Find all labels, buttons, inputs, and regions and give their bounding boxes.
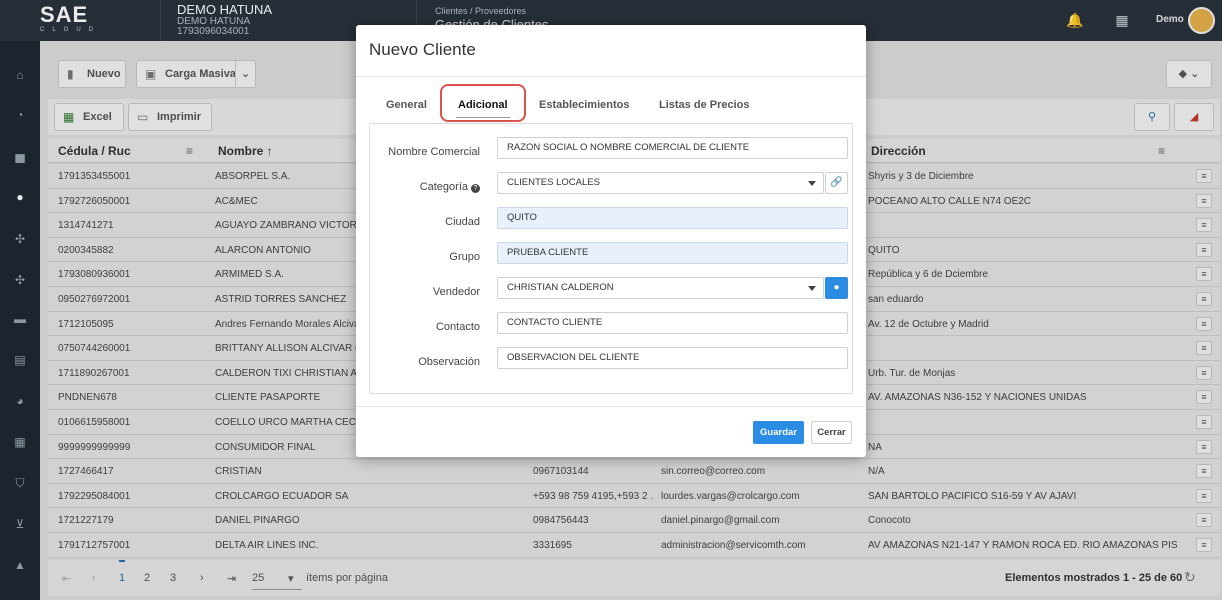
ciudad-input[interactable]: QUITO: [497, 207, 848, 229]
grupo-input[interactable]: PRUEBA CLIENTE: [497, 242, 848, 264]
vendedor-value: CHRISTIAN CALDERON: [507, 282, 614, 293]
nombre-comercial-input[interactable]: RAZON SOCIAL O NOMBRE COMERCIAL DE CLIEN…: [497, 137, 848, 159]
grupo-label: Grupo: [449, 251, 480, 263]
categoria-select[interactable]: CLIENTES LOCALES: [497, 172, 824, 194]
select-seller-button[interactable]: ●: [825, 277, 848, 299]
dialog-title: Nuevo Cliente: [369, 40, 476, 59]
vendedor-label: Vendedor: [432, 286, 480, 298]
chevron-down-icon: [808, 181, 816, 186]
save-button[interactable]: Guardar: [753, 421, 804, 444]
vendedor-select[interactable]: CHRISTIAN CALDERON: [497, 277, 824, 299]
tab-general[interactable]: General: [386, 99, 427, 111]
nombre-comercial-placeholder: RAZON SOCIAL O NOMBRE COMERCIAL DE CLIEN…: [507, 142, 750, 153]
contacto-label: Contacto: [435, 321, 480, 333]
nombre-comercial-label: Nombre Comercial: [388, 146, 480, 158]
chevron-down-icon: [808, 286, 816, 291]
tab-bar: General Adicional Establecimientos Lista…: [370, 84, 850, 122]
contacto-placeholder: CONTACTO CLIENTE: [507, 317, 603, 328]
tab-active-underline: [456, 117, 510, 118]
tab-establecimientos[interactable]: Establecimientos: [539, 99, 629, 111]
help-icon[interactable]: ?: [471, 184, 480, 193]
categoria-value: CLIENTES LOCALES: [507, 177, 600, 188]
tab-adicional[interactable]: Adicional: [458, 99, 508, 111]
grupo-value: PRUEBA CLIENTE: [507, 247, 589, 258]
link-icon: 🔗: [830, 177, 843, 188]
categoria-label-text: Categoría: [419, 181, 468, 193]
divider: [356, 406, 866, 407]
tab-listas-precios[interactable]: Listas de Precios: [659, 99, 750, 111]
contacto-input[interactable]: CONTACTO CLIENTE: [497, 312, 848, 334]
ciudad-label: Ciudad: [445, 216, 480, 228]
form-panel: Nombre Comercial RAZON SOCIAL O NOMBRE C…: [369, 123, 853, 394]
close-button[interactable]: Cerrar: [811, 421, 852, 444]
ciudad-value: QUITO: [507, 212, 537, 223]
observacion-input[interactable]: OBSERVACION DEL CLIENTE: [497, 347, 848, 369]
user-icon: ●: [833, 282, 840, 293]
observacion-placeholder: OBSERVACION DEL CLIENTE: [507, 352, 640, 363]
new-client-dialog: Nuevo Cliente General Adicional Establec…: [356, 25, 866, 457]
link-button[interactable]: 🔗: [825, 172, 848, 194]
categoria-label: Categoría?: [420, 181, 480, 193]
divider: [356, 76, 866, 77]
observacion-label: Observación: [418, 356, 480, 368]
